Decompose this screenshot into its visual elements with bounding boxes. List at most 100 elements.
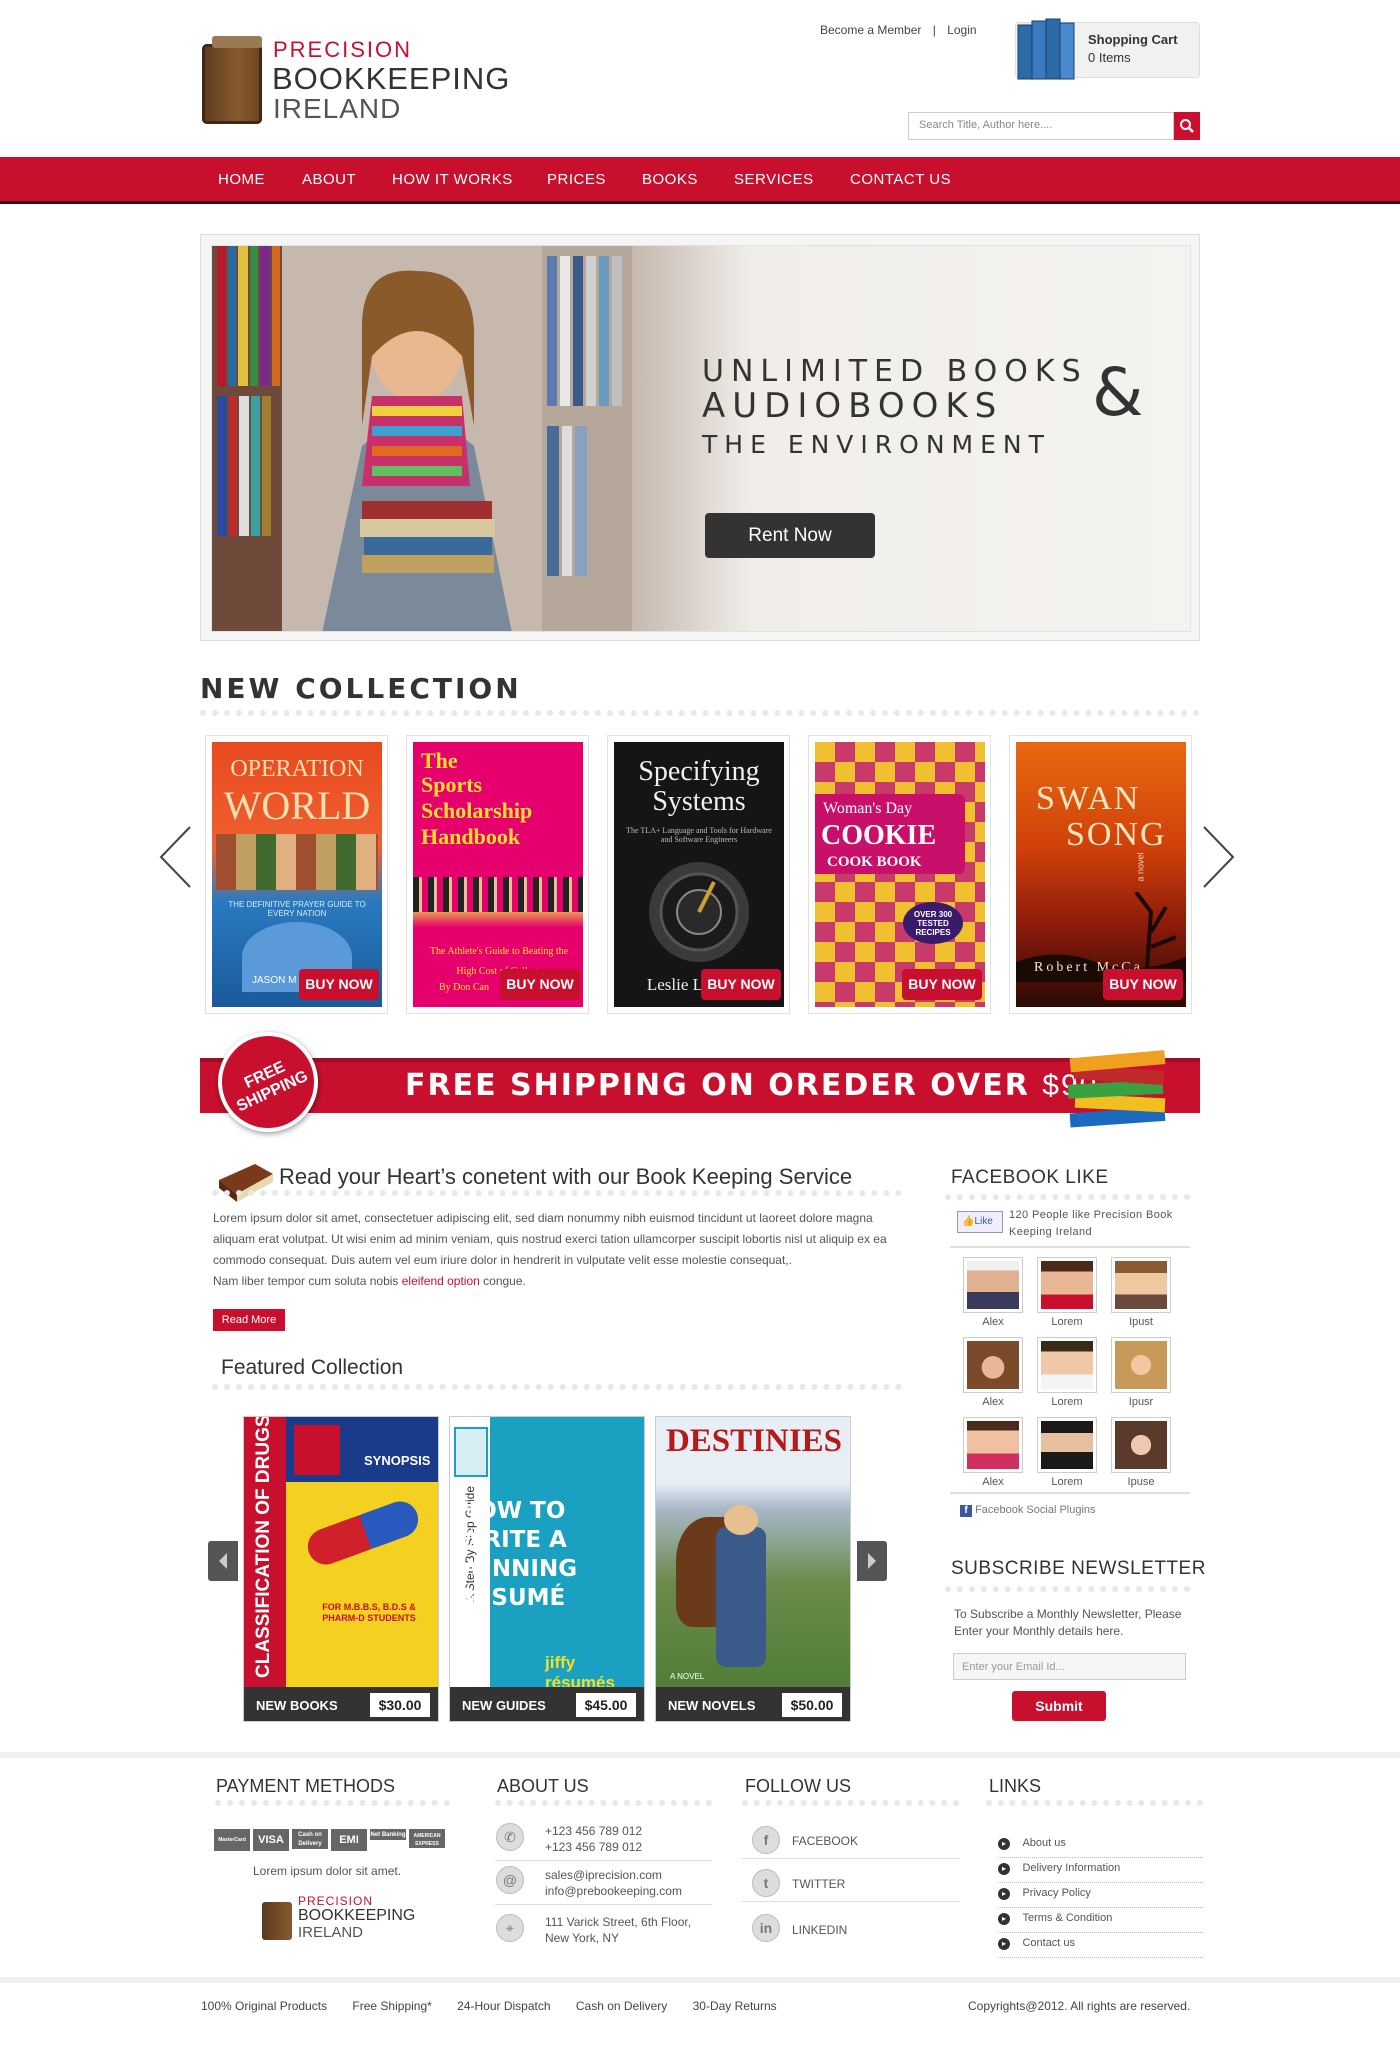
follow-twitter[interactable]: TWITTER [792, 1877, 845, 1891]
friend-avatar[interactable] [963, 1257, 1023, 1313]
friend-avatar[interactable] [1111, 1417, 1171, 1473]
nav-contact-us[interactable]: CONTACT US [850, 171, 951, 188]
footer-link[interactable]: ▸ Privacy Policy [998, 1883, 1203, 1908]
friend-avatar[interactable] [1037, 1337, 1097, 1393]
facebook-like-button[interactable]: 👍Like [957, 1211, 1003, 1233]
friend-avatar[interactable] [1037, 1257, 1097, 1313]
buy-now-button[interactable]: BUY NOW [500, 969, 580, 1000]
buy-now-button[interactable]: BUY NOW [1103, 969, 1183, 1000]
price-tag: $45.00 [576, 1693, 636, 1717]
phone-icon: ✆ [496, 1823, 524, 1851]
nav-how-it-works[interactable]: HOW IT WORKS [392, 171, 513, 188]
newsletter-text: To Subscribe a Monthly Newsletter, Pleas… [954, 1607, 1182, 1638]
buy-now-button[interactable]: BUY NOW [299, 969, 379, 1000]
follow-linkedin[interactable]: LINKEDIN [792, 1923, 847, 1937]
hero-line1: UNLIMITED BOOKS [702, 354, 1088, 389]
bottom-item: Free Shipping* [352, 1999, 432, 2013]
site-logo[interactable]: PRECISION BOOKKEEPING IRELAND [200, 34, 509, 129]
payment-text: Lorem ipsum dolor sit amet. [253, 1864, 402, 1878]
linkedin-icon[interactable]: in [752, 1914, 780, 1942]
footer-link[interactable]: ▸ Contact us [998, 1933, 1203, 1958]
nav-prices[interactable]: PRICES [547, 171, 606, 188]
price-tag: $30.00 [370, 1693, 430, 1717]
book-cover-sports-scholarship: The Sports Scholarship Handbook The Athl… [413, 742, 583, 1007]
footer-link[interactable]: ▸ About us [998, 1833, 1203, 1858]
phone-1: +123 456 789 012 [545, 1824, 643, 1838]
facebook-like-title: FACEBOOK LIKE [951, 1167, 1109, 1188]
twitter-icon[interactable]: t [752, 1869, 780, 1897]
arrow-right-icon: ▸ [998, 1838, 1010, 1850]
nav-home[interactable]: HOME [218, 171, 265, 188]
book-card[interactable]: OPERATION WORLD THE DEFINITIVE PRAYER GU… [205, 735, 388, 1014]
cart-books-icon [1017, 18, 1075, 80]
address-line2: New York, NY [545, 1931, 620, 1945]
featured-heading: SYNOPSIS [364, 1453, 431, 1468]
phone-2: +123 456 789 012 [545, 1840, 643, 1854]
link-separator: | [932, 23, 936, 37]
caret-left-icon [219, 1553, 227, 1569]
rent-now-button[interactable]: Rent Now [705, 513, 875, 558]
nav-services[interactable]: SERVICES [734, 171, 814, 188]
nav-books[interactable]: BOOKS [642, 171, 698, 188]
emi-icon: EMI [331, 1829, 367, 1851]
search-button[interactable] [1174, 112, 1200, 140]
friend-avatar[interactable] [963, 1417, 1023, 1473]
featured-next-arrow[interactable] [857, 1541, 887, 1581]
price-tag: $50.00 [782, 1693, 842, 1717]
hero-shelf-image [212, 246, 632, 631]
featured-prev-arrow[interactable] [208, 1541, 238, 1581]
carousel-prev-arrow[interactable] [158, 815, 192, 908]
email-2[interactable]: info@prebookeeping.com [545, 1884, 682, 1898]
mastercard-icon: MasterCard [214, 1829, 250, 1851]
buy-now-button[interactable]: BUY NOW [701, 969, 781, 1000]
read-more-button[interactable]: Read More [213, 1309, 285, 1331]
featured-book[interactable]: CLASSIFICATION OF DRUGS SYNOPSIS FOR M.B… [243, 1416, 439, 1722]
login-link[interactable]: Login [947, 23, 976, 37]
nav-about[interactable]: ABOUT [302, 171, 356, 188]
footer-link[interactable]: ▸ Terms & Condition [998, 1908, 1203, 1933]
footer-link[interactable]: ▸ Delivery Information [998, 1858, 1203, 1883]
friend-avatar[interactable] [963, 1337, 1023, 1393]
net-banking-icon: Net Banking [370, 1829, 406, 1840]
buy-now-button[interactable]: BUY NOW [902, 969, 982, 1000]
bottom-item: 24-Hour Dispatch [457, 1999, 551, 2013]
chevron-left-icon [159, 826, 191, 888]
footer-logo[interactable]: PRECISION BOOKKEEPING IRELAND [262, 1894, 422, 1944]
chevron-right-icon [1203, 826, 1235, 888]
newsletter-email-input[interactable]: Enter your Email Id... [953, 1653, 1186, 1680]
email-icon: @ [496, 1866, 524, 1894]
carousel-next-arrow[interactable] [1202, 815, 1236, 908]
facebook-icon[interactable]: f [752, 1826, 780, 1854]
featured-label-bar: NEW GUIDES $45.00 [450, 1687, 644, 1721]
bottom-bar: 100% Original Products Free Shipping* 24… [201, 1999, 777, 2013]
book-card[interactable]: Specifying Systems The TLA+ Language and… [607, 735, 790, 1014]
bottom-item: 100% Original Products [201, 1999, 328, 2013]
featured-book[interactable]: A Step By Step Guide HOW TO WRITE A WINN… [449, 1416, 645, 1722]
book-card[interactable]: SWAN SONG a novel Robert McCa BUY NOW [1009, 735, 1192, 1014]
email-1[interactable]: sales@iprecision.com [545, 1868, 662, 1882]
shopping-cart[interactable]: Shopping Cart 0 Items [1015, 18, 1200, 80]
amex-icon: AMERICAN EXPRESS [409, 1829, 445, 1848]
friend-avatar[interactable] [1111, 1257, 1171, 1313]
featured-label-bar: NEW BOOKS $30.00 [244, 1687, 438, 1721]
follow-facebook[interactable]: FACEBOOK [792, 1834, 858, 1848]
facebook-icon: f [960, 1505, 972, 1517]
subscribe-submit-button[interactable]: Submit [1012, 1691, 1106, 1721]
search-input[interactable]: Search Title, Author here.... [908, 112, 1174, 140]
book-logo-icon [202, 36, 262, 124]
shipping-text: FREE SHIPPING ON OREDER OVER $90 [405, 1068, 1096, 1103]
friend-avatar[interactable] [1111, 1337, 1171, 1393]
facebook-plugin-link[interactable]: f Facebook Social Plugins [960, 1504, 1096, 1517]
featured-book[interactable]: DESTINIES A NOVEL NEW NOVELS $50.00 [655, 1416, 851, 1722]
hero-slide: UNLIMITED BOOKS AUDIOBOOKS & THE ENVIRON… [211, 245, 1191, 632]
eleifend-option-link[interactable]: eleifend option [402, 1274, 480, 1288]
new-collection-title: NEW COLLECTION [200, 672, 522, 705]
arrow-right-icon: ▸ [998, 1938, 1010, 1950]
payment-title: PAYMENT METHODS [216, 1776, 396, 1796]
thumbs-up-icon: 👍 [962, 1216, 975, 1227]
cart-items: 0 Items [1088, 50, 1131, 65]
become-member-link[interactable]: Become a Member [820, 23, 921, 37]
book-card[interactable]: Woman's Day COOKIE COOK BOOK OVER 300 TE… [808, 735, 991, 1014]
friend-avatar[interactable] [1037, 1417, 1097, 1473]
book-card[interactable]: The Sports Scholarship Handbook The Athl… [406, 735, 589, 1014]
